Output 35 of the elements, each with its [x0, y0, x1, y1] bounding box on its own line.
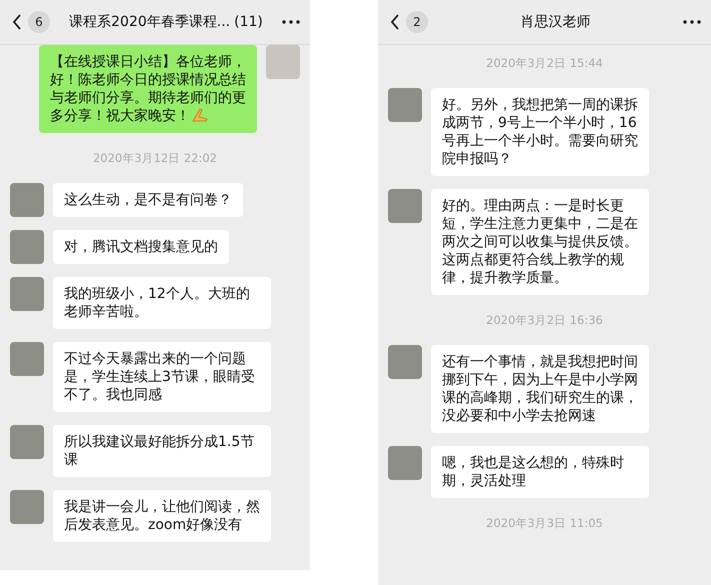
timestamp: 2020年3月3日 11:05 — [486, 515, 603, 532]
avatar-photo — [10, 342, 44, 376]
timestamp: 2020年3月12日 22:02 — [92, 150, 217, 167]
more-icon[interactable] — [282, 20, 300, 24]
chat-title: 课程系2020年春季课程... — [69, 13, 230, 31]
avatar-photo — [388, 446, 422, 480]
avatar-photo — [10, 490, 44, 524]
avatar-photo — [266, 45, 300, 79]
message-bubble: 不过今天暴露出来的一个问题是，学生连续上3节课，眼睛受不了。我也同感 — [53, 342, 271, 412]
back-icon[interactable] — [12, 13, 22, 31]
message-bubble: 对，腾讯文档搜集意见的 — [53, 230, 229, 264]
message-bubble: 好的。理由两点：一是时长更短，学生注意力更集中，二是在两次之间可以收集与提供反馈。这两点都更符合线上教学的规律，提升教学质量。 — [431, 189, 649, 295]
message-bubble: 所以我建议最好能拆分成1.5节课 — [53, 425, 271, 477]
message-bubble: 还有一个事情，就是我想把时间挪到下午，因为上午是中小学网课的高峰期，我们研究生的课，没必要和中小学去抢网速 — [431, 345, 649, 433]
avatar-photo — [10, 230, 44, 264]
message-bubble: 我是讲一会儿，让他们阅读，然后发表意见。zoom好像没有 — [53, 490, 271, 542]
avatar-photo — [388, 345, 422, 379]
message-bubble: 我的班级小，12个人。大班的老师辛苦啦。 — [53, 277, 271, 329]
message-bubble: 好。另外，我想把第一周的课拆成两节，9号上一个半小时，16号再上一个半小时。需要向研究院申报吗？ — [431, 88, 649, 176]
avatar-photo — [388, 88, 422, 122]
more-icon[interactable] — [683, 20, 701, 24]
back-icon[interactable] — [390, 13, 400, 31]
avatar-photo — [10, 277, 44, 311]
avatar-photo — [388, 189, 422, 223]
timestamp: 2020年3月2日 16:36 — [486, 312, 603, 329]
timestamp: 2020年3月2日 15:44 — [486, 55, 603, 72]
message-bubble: 【在线授课日小结】各位老师，好！陈老师今日的授课情况总结与老师们分享。期待老师们的更多分享！祝大家晚安！ — [39, 45, 257, 133]
avatar-photo — [10, 425, 44, 459]
member-count: (11) — [234, 14, 263, 30]
unread-count: 2 — [406, 11, 428, 33]
unread-count: 6 — [28, 11, 50, 33]
chat-title: 肖思汉老师 — [520, 13, 590, 31]
avatar-photo — [10, 183, 44, 217]
message-bubble: 嗯，我也是这么想的，特殊时期，灵活处理 — [431, 446, 649, 498]
message-bubble: 这么生动，是不是有问卷？ — [53, 183, 243, 217]
